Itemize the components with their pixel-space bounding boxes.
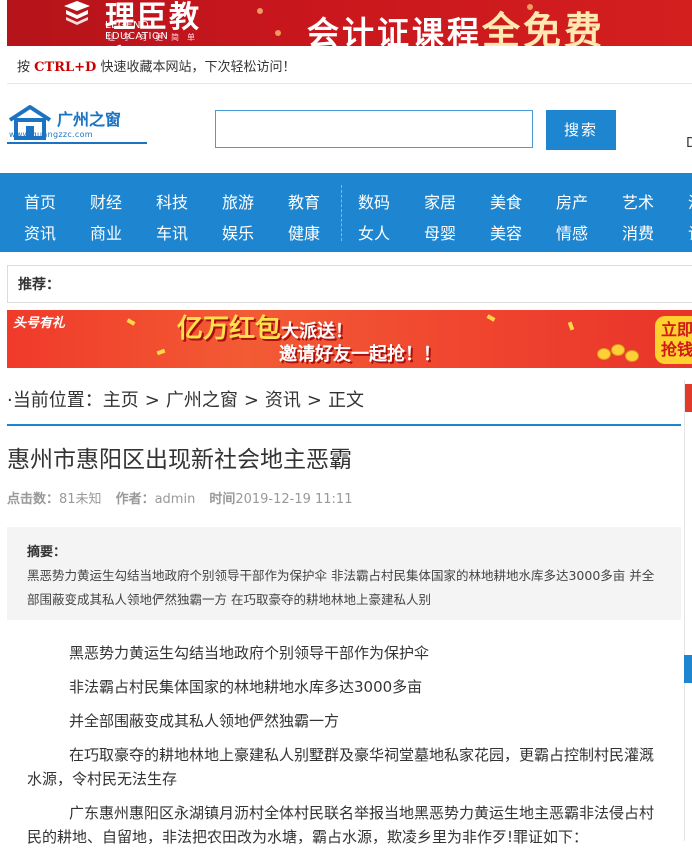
article-paragraph: 在巧取豪夺的耕地林地上豪建私人别墅群及豪华祠堂墓地私家花园，更霸占控制村民灌溉水… (27, 746, 655, 788)
nav-item-2-6[interactable]: 母婴 (424, 220, 456, 244)
promo-highlight: 全免费 (482, 8, 606, 46)
legend-education-logo: 理臣教育 LEGEND EDUCATION 让学习更简单 (57, 0, 207, 46)
breadcrumb-item-channel[interactable]: 广州之窗 (166, 390, 238, 411)
nav-item-2-5[interactable]: 女人 (358, 220, 390, 244)
article-paragraph: 黑恶势力黄运生勾结当地政府个别领导干部作为保护伞 (69, 644, 430, 662)
breadcrumb-separator: > (306, 390, 323, 411)
nav-item-2-10[interactable]: 谈 (688, 220, 692, 244)
bookmark-shortcut: CTRL+D (34, 60, 97, 75)
nav-item-1-9[interactable]: 艺术 (622, 189, 654, 213)
summary-box: 摘要： 黑恶势力黄运生勾结当地政府个别领导干部作为保护伞 非法霸占村民集体国家的… (7, 527, 681, 620)
recommend-bar: 推荐： (7, 265, 692, 303)
search-button[interactable]: 搜索 (546, 110, 616, 150)
clicks-label: 点击数： (7, 492, 60, 507)
breadcrumb-item-home[interactable]: 主页 (103, 390, 139, 411)
sparkle-decoration (275, 30, 281, 36)
nav-item-2-4[interactable]: 健康 (288, 220, 320, 244)
top-ad-banner[interactable]: 理臣教育 LEGEND EDUCATION 让学习更简单 会计证课程全免费 (7, 0, 692, 46)
nav-item-1-10[interactable]: 汽 (688, 189, 692, 213)
sidebar-blue-tab[interactable] (684, 655, 692, 683)
nav-item-1-8[interactable]: 房产 (556, 189, 588, 213)
confetti-decoration (126, 318, 136, 326)
nav-item-2-2[interactable]: 车讯 (156, 220, 188, 244)
logo-underline (7, 142, 147, 144)
nav-item-1-5[interactable]: 数码 (358, 189, 390, 213)
time-label: 时间 (209, 492, 236, 507)
grab-now-button[interactable]: 立即 抢钱 (655, 316, 692, 364)
promo-prefix: 会计证课程 (307, 14, 483, 46)
breadcrumb-item-category[interactable]: 资讯 (265, 390, 301, 411)
clicks-value: 81未知 (59, 492, 102, 507)
sparkle-decoration (257, 8, 263, 14)
bookmark-suffix: 快速收藏本网站，下次轻松访问！ (100, 60, 296, 75)
cta-line-1: 立即 (661, 320, 692, 339)
site-name: 广州之窗 (57, 110, 122, 129)
time-value: 2019-12-19 11:11 (235, 492, 353, 507)
site-logo[interactable]: 广州之窗 www.guangzzc.com (7, 104, 147, 148)
nav-item-2-1[interactable]: 商业 (90, 220, 122, 244)
article-title: 惠州市惠阳区出现新社会地主恶霸 (7, 447, 352, 473)
nav-item-1-3[interactable]: 旅游 (222, 189, 254, 213)
confetti-decoration (486, 314, 496, 322)
book-icon (64, 1, 90, 25)
red-packet-ad-banner[interactable]: 头号有礼 亿万红包大派送！ 邀请好友一起抢！！ 立即 抢钱 (7, 310, 692, 368)
site-url: www.guangzzc.com (9, 130, 93, 139)
author-label: 作者： (115, 492, 155, 507)
breadcrumb-label: 当前位置： (12, 390, 103, 411)
article-body: 黑恶势力黄运生勾结当地政府个别领导干部作为保护伞 非法霸占村民集体国家的林地耕地… (27, 641, 667, 859)
summary-text: 黑恶势力黄运生勾结当地政府个别领导干部作为保护伞 非法霸占村民集体国家的林地耕地… (27, 568, 655, 607)
article-paragraph: 非法霸占村民集体国家的林地耕地水库多达3000多亩 (69, 678, 423, 696)
bookmark-hint-bar: 按 CTRL+D 快速收藏本网站，下次轻松访问！ (7, 46, 692, 84)
nav-divider (341, 185, 342, 241)
nav-item-2-9[interactable]: 消费 (622, 220, 654, 244)
cta-line-2: 抢钱 (661, 340, 692, 359)
nav-item-2-0[interactable]: 资讯 (24, 220, 56, 244)
breadcrumb-separator: > (243, 390, 259, 411)
edge-text: D (686, 136, 692, 151)
promo-sub-text: 邀请好友一起抢！！ (279, 344, 441, 365)
course-promo-text: 会计证课程全免费 (307, 0, 605, 46)
nav-item-1-6[interactable]: 家居 (424, 189, 456, 213)
summary-label: 摘要： (27, 545, 67, 560)
nav-item-1-0[interactable]: 首页 (24, 189, 56, 213)
sidebar-red-tab[interactable] (685, 384, 692, 412)
nav-item-1-1[interactable]: 财经 (90, 189, 122, 213)
sparkle-decoration (527, 4, 533, 10)
sidebar-border (684, 380, 685, 841)
nav-item-1-2[interactable]: 科技 (156, 189, 188, 213)
nav-item-2-8[interactable]: 情感 (556, 220, 588, 244)
breadcrumb-item-current: 正文 (328, 390, 365, 411)
logo-slogan: 让学习更简单 (107, 33, 203, 42)
article-paragraph: 并全部围蔽变成其私人领地俨然独霸一方 (69, 712, 340, 730)
breadcrumb-separator: > (144, 390, 160, 411)
coin-icon (625, 350, 639, 362)
bookmark-prefix: 按 (17, 60, 31, 75)
promo-main-small: 大派送！ (281, 321, 354, 342)
main-nav: 首页 财经 科技 旅游 教育 数码 家居 美食 房产 艺术 汽资讯 商业 车讯 娱乐 健康 女人 母婴 美容 情感 消… (0, 173, 692, 252)
nav-item-1-4[interactable]: 教育 (288, 189, 320, 213)
article-paragraph: 广东惠州惠阳区永湖镇月沥村全体村民联名举报当地黑恶势力黄运生地主恶霸非法侵占村民… (27, 804, 655, 846)
recommend-label: 推荐： (18, 277, 60, 293)
article-meta: 点击数：81未知 作者：admin 时间2019-12-19 11:11 (7, 488, 352, 507)
coin-icon (597, 348, 611, 360)
nav-item-2-3[interactable]: 娱乐 (222, 220, 254, 244)
nav-item-1-7[interactable]: 美食 (490, 189, 522, 213)
coin-icon (611, 344, 625, 356)
confetti-decoration (567, 321, 575, 331)
search-input[interactable] (215, 110, 533, 148)
promo-brand: 头号有礼 (13, 316, 66, 331)
confetti-decoration (156, 348, 166, 356)
nav-item-2-7[interactable]: 美容 (490, 220, 522, 244)
author-value: admin (154, 492, 196, 507)
breadcrumb: ·当前位置：主页 > 广州之窗 > 资讯 > 正文 (7, 388, 681, 426)
promo-main: 亿万红包 (177, 314, 282, 344)
